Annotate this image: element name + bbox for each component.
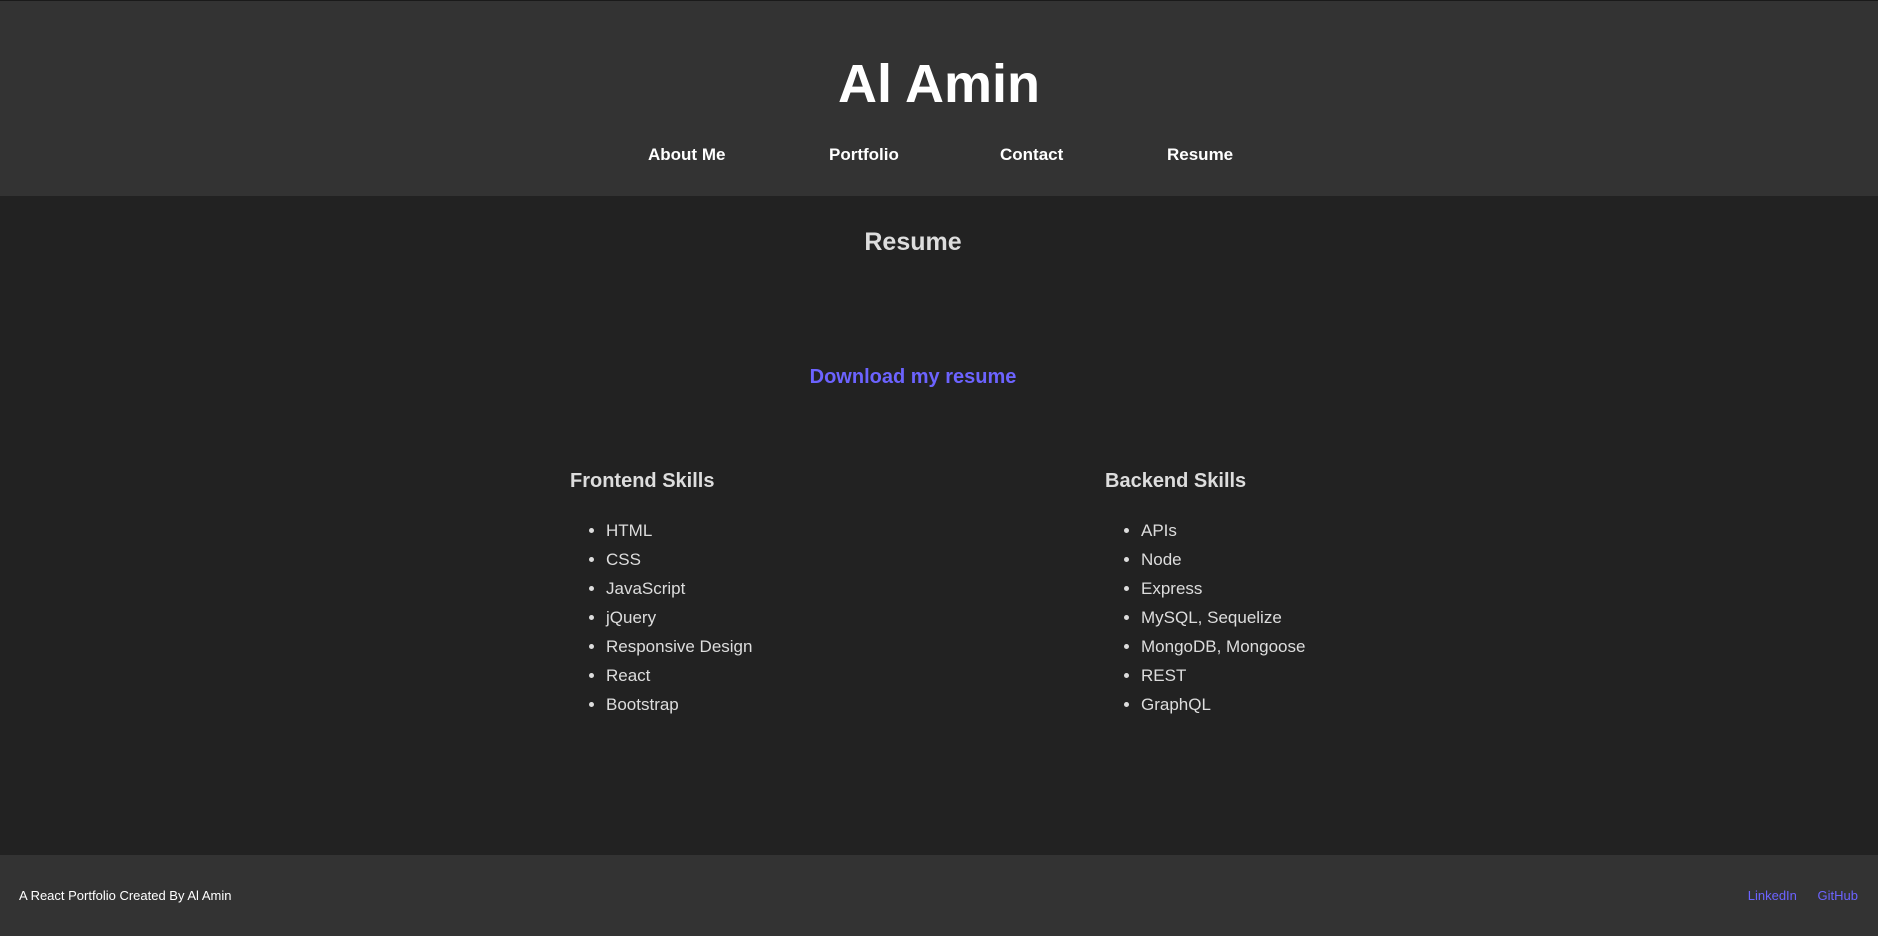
list-item: GraphQL: [1141, 690, 1465, 719]
github-link[interactable]: GitHub: [1818, 888, 1858, 903]
footer-links: LinkedIn GitHub: [1731, 887, 1858, 904]
frontend-skills-title: Frontend Skills: [570, 470, 715, 492]
main-nav: About Me Portfolio Contact Resume: [0, 144, 1878, 168]
site-header: Al Amin About Me Portfolio Contact Resum…: [0, 0, 1878, 196]
list-item: REST: [1141, 661, 1465, 690]
backend-skills-list: APIs Node Express MySQL, Sequelize Mongo…: [1105, 516, 1465, 719]
nav-about-me[interactable]: About Me: [648, 144, 725, 166]
nav-portfolio[interactable]: Portfolio: [829, 144, 899, 166]
backend-skills-title: Backend Skills: [1105, 470, 1247, 492]
frontend-skills-list: HTML CSS JavaScript jQuery Responsive De…: [570, 516, 930, 719]
site-title: Al Amin: [838, 54, 1040, 114]
list-item: Responsive Design: [606, 632, 930, 661]
list-item: Express: [1141, 574, 1465, 603]
site-footer: A React Portfolio Created By Al Amin Lin…: [0, 855, 1878, 936]
list-item: React: [606, 661, 930, 690]
linkedin-link[interactable]: LinkedIn: [1748, 888, 1797, 903]
download-resume-link[interactable]: Download my resume: [0, 364, 1826, 390]
list-item: HTML: [606, 516, 930, 545]
list-item: MySQL, Sequelize: [1141, 603, 1465, 632]
footer-credit: A React Portfolio Created By Al Amin: [19, 888, 232, 903]
backend-skills: Backend Skills APIs Node Express MySQL, …: [1105, 468, 1465, 719]
list-item: CSS: [606, 545, 930, 574]
nav-contact[interactable]: Contact: [1000, 144, 1063, 166]
frontend-skills: Frontend Skills HTML CSS JavaScript jQue…: [570, 468, 930, 719]
list-item: Bootstrap: [606, 690, 930, 719]
list-item: JavaScript: [606, 574, 930, 603]
resume-section: Resume Download my resume Frontend Skill…: [0, 196, 1878, 855]
list-item: Node: [1141, 545, 1465, 574]
nav-resume[interactable]: Resume: [1167, 144, 1233, 166]
list-item: MongoDB, Mongoose: [1141, 632, 1465, 661]
page-title: Resume: [864, 228, 962, 256]
list-item: jQuery: [606, 603, 930, 632]
list-item: APIs: [1141, 516, 1465, 545]
